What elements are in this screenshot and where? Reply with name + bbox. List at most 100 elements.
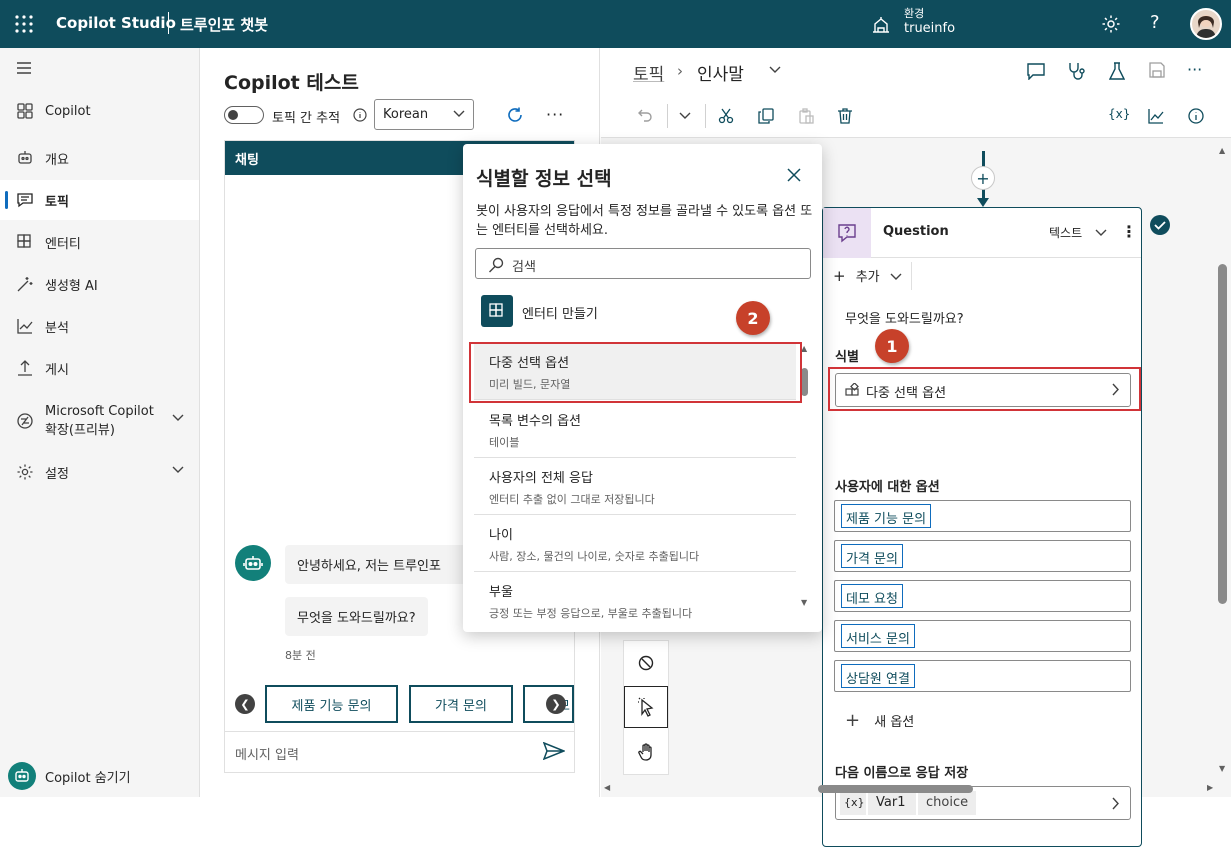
- option-field[interactable]: 가격 문의: [834, 540, 1131, 572]
- hand-tool-icon[interactable]: [638, 743, 654, 761]
- refresh-icon[interactable]: [506, 106, 524, 124]
- annotation-highlight: [828, 367, 1141, 411]
- save-response-label: 다음 이름으로 응답 저장: [835, 766, 969, 781]
- option-chip[interactable]: 상담원 연결: [841, 664, 915, 688]
- waffle-icon[interactable]: [14, 14, 34, 34]
- more-options-icon[interactable]: ⋮: [1121, 222, 1137, 241]
- search-icon: [488, 257, 504, 273]
- option-field[interactable]: 제품 기능 문의: [834, 500, 1131, 532]
- option-field[interactable]: 상담원 연결: [834, 660, 1131, 692]
- undo-icon[interactable]: [637, 108, 653, 124]
- dialog-option-item[interactable]: 부울 긍정 또는 부정 응답으로, 부울로 추출됩니다: [474, 573, 796, 629]
- question-text[interactable]: 무엇을 도와드릴까요?: [845, 308, 964, 327]
- sidebar-item-label: 생성형 AI: [45, 278, 98, 294]
- more-options-icon[interactable]: ···: [1187, 60, 1202, 79]
- gear-icon[interactable]: [1101, 14, 1121, 34]
- sidebar-item-topics[interactable]: 토픽: [0, 180, 199, 220]
- save-icon[interactable]: [1149, 62, 1165, 78]
- sidebar-item-analytics[interactable]: 분석: [0, 306, 199, 346]
- chevron-down-icon[interactable]: [679, 112, 691, 120]
- chevron-down-icon[interactable]: [172, 414, 184, 422]
- comment-icon[interactable]: [1027, 63, 1045, 80]
- question-node[interactable]: Question 텍스트 ⋮ + 추가 무엇을 도와드릴까요? 식별 다중 선택…: [822, 207, 1142, 847]
- environment-name[interactable]: trueinfo: [904, 21, 955, 36]
- sidebar-item-overview[interactable]: 개요: [0, 138, 199, 178]
- arrow-down-icon: [977, 198, 989, 207]
- scroll-right-icon[interactable]: ▶: [1207, 783, 1213, 792]
- help-icon[interactable]: ?: [1150, 12, 1160, 33]
- scroll-right-icon[interactable]: ❯: [546, 694, 566, 714]
- breadcrumb-topics-link[interactable]: 토픽: [633, 60, 664, 85]
- create-entity-button[interactable]: 엔터티 만들기: [522, 303, 598, 322]
- flask-icon[interactable]: [1109, 62, 1125, 80]
- copy-icon[interactable]: [758, 108, 774, 124]
- language-select[interactable]: Korean: [374, 99, 474, 130]
- sidebar-item-entities[interactable]: 엔터티: [0, 222, 199, 262]
- scrollbar-thumb[interactable]: [818, 785, 973, 793]
- option-chip[interactable]: 제품 기능 문의: [841, 504, 932, 528]
- quick-reply-button[interactable]: 가격 문의: [409, 685, 513, 723]
- dialog-option-item[interactable]: 목록 변수의 옵션 테이블: [474, 402, 796, 458]
- options-label: 사용자에 대한 옵션: [835, 480, 940, 495]
- analytics-icon[interactable]: [1148, 108, 1164, 124]
- vertical-scrollbar[interactable]: ▲ ▼: [1217, 144, 1229, 777]
- quick-reply-button[interactable]: 제품 기능 문의: [265, 685, 398, 723]
- option-title: 목록 변수의 옵션: [489, 414, 581, 429]
- more-options-icon[interactable]: ···: [546, 105, 564, 124]
- paste-icon[interactable]: [798, 108, 814, 124]
- scroll-up-icon[interactable]: ▲: [1219, 146, 1225, 155]
- extension-icon: [16, 412, 34, 430]
- delete-icon[interactable]: [837, 108, 853, 124]
- topic-icon: [16, 191, 34, 209]
- new-option-button[interactable]: + 새 옵션: [845, 710, 914, 731]
- sidebar-item-generative-ai[interactable]: 생성형 AI: [0, 264, 199, 304]
- hamburger-icon[interactable]: [16, 61, 32, 75]
- sidebar-item-label: 엔터티: [45, 236, 81, 252]
- bot-name[interactable]: 트루인포 챗봇: [180, 14, 268, 35]
- sidebar-item-publish[interactable]: 게시: [0, 348, 199, 388]
- option-chip[interactable]: 데모 요청: [841, 584, 903, 608]
- dialog-option-item[interactable]: 나이 사람, 장소, 물건의 나이로, 숫자로 추출됩니다: [474, 516, 796, 572]
- search-input[interactable]: 검색: [475, 248, 811, 279]
- send-icon[interactable]: [543, 742, 565, 760]
- scroll-left-icon[interactable]: ❮: [235, 694, 255, 714]
- stethoscope-icon[interactable]: [1067, 62, 1085, 80]
- create-entity-icon[interactable]: [481, 295, 513, 327]
- chevron-down-icon[interactable]: [172, 466, 184, 474]
- user-avatar[interactable]: [1190, 8, 1222, 40]
- option-chip[interactable]: 서비스 문의: [841, 624, 915, 648]
- dialog-option-item[interactable]: 사용자의 전체 응답 엔터티 추출 없이 그대로 저장됩니다: [474, 459, 796, 515]
- scroll-down-icon[interactable]: ▼: [1219, 764, 1225, 773]
- scrollbar-thumb[interactable]: [1218, 264, 1227, 604]
- horizontal-scrollbar[interactable]: ◀ ▶: [601, 783, 1217, 795]
- scrollbar-thumb[interactable]: [801, 368, 808, 396]
- sidebar-item-label: 설정: [45, 466, 69, 482]
- track-topics-toggle[interactable]: [224, 106, 264, 124]
- scroll-left-icon[interactable]: ◀: [604, 783, 610, 792]
- sidebar-item-copilot[interactable]: Copilot: [0, 91, 199, 131]
- info-icon[interactable]: [1188, 108, 1204, 124]
- sidebar-item-settings[interactable]: 설정: [0, 452, 199, 492]
- app-title[interactable]: Copilot Studio: [56, 14, 176, 32]
- option-chip[interactable]: 가격 문의: [841, 544, 903, 568]
- info-icon[interactable]: [353, 108, 367, 122]
- close-icon[interactable]: [787, 168, 801, 182]
- hide-copilot-button[interactable]: Copilot 숨기기: [0, 756, 199, 796]
- sidebar-item-extension[interactable]: Microsoft Copilot 확장(프리뷰): [0, 396, 199, 446]
- chevron-down-icon[interactable]: [1095, 229, 1107, 237]
- add-button[interactable]: + 추가: [833, 266, 902, 285]
- environment-icon[interactable]: [871, 16, 891, 34]
- scroll-down-icon[interactable]: ▼: [801, 598, 807, 607]
- toolbar-divider: [667, 104, 668, 128]
- node-type-select[interactable]: 텍스트: [1049, 224, 1082, 241]
- option-field[interactable]: 서비스 문의: [834, 620, 1131, 652]
- add-node-button[interactable]: +: [971, 166, 995, 190]
- search-placeholder: 검색: [512, 260, 536, 275]
- variables-icon[interactable]: {x}: [1108, 107, 1130, 121]
- select-tool-icon[interactable]: [624, 686, 668, 728]
- message-input[interactable]: 메시지 입력: [225, 731, 574, 771]
- chevron-down-icon[interactable]: [769, 66, 781, 74]
- option-field[interactable]: 데모 요청: [834, 580, 1131, 612]
- cut-icon[interactable]: [718, 108, 734, 124]
- block-icon[interactable]: [638, 655, 654, 671]
